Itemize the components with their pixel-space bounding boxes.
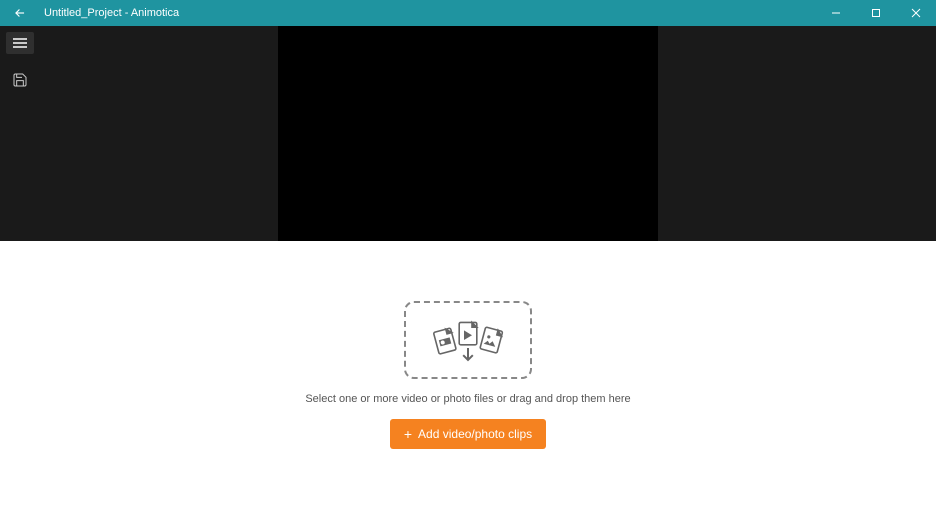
arrow-left-icon [13,6,27,20]
app-window: Untitled_Project - Animotica [0,0,936,508]
preview-canvas [278,26,658,241]
back-button[interactable] [8,0,32,26]
dropzone-hint: Select one or more video or photo files … [305,393,630,405]
save-icon [12,72,28,88]
content-area: Select one or more video or photo files … [0,26,936,508]
titlebar: Untitled_Project - Animotica [0,0,936,26]
preview-section [0,26,936,241]
add-clips-label: Add video/photo clips [418,427,532,441]
menu-button[interactable] [6,32,34,54]
menu-icon [12,37,28,49]
close-icon [911,8,921,18]
add-clips-button[interactable]: + Add video/photo clips [390,419,546,449]
window-controls [816,0,936,26]
minimize-button[interactable] [816,0,856,26]
preview-area [40,26,896,241]
window-title: Untitled_Project - Animotica [44,7,179,19]
close-button[interactable] [896,0,936,26]
minimize-icon [831,8,841,18]
preview-padding [896,26,936,241]
maximize-button[interactable] [856,0,896,26]
left-toolbar [0,26,40,241]
media-files-icon [428,315,508,365]
maximize-icon [871,8,881,18]
save-button[interactable] [8,68,32,92]
plus-icon: + [404,427,412,441]
dropzone-illustration[interactable] [404,301,532,379]
timeline-empty-section: Select one or more video or photo files … [0,241,936,508]
